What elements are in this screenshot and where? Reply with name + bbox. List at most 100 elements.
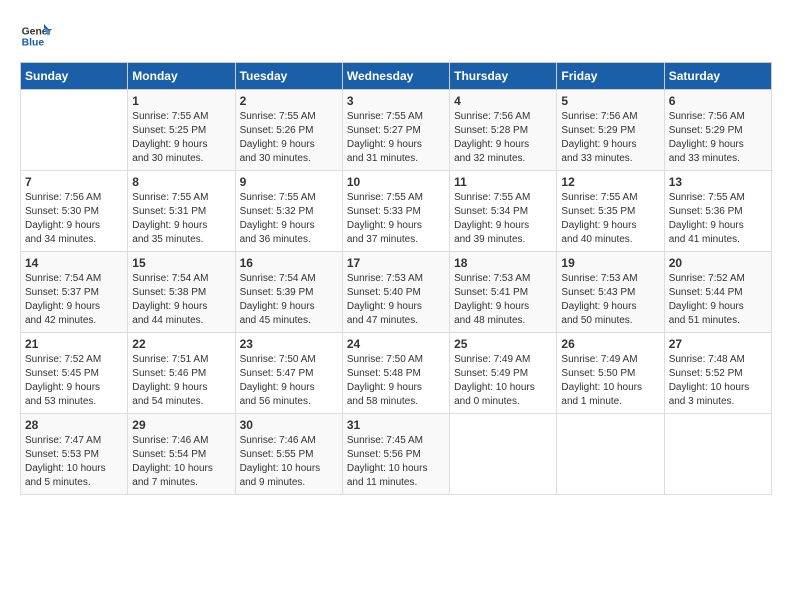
day-cell: 6 Sunrise: 7:56 AM Sunset: 5:29 PM Daylig… [664, 90, 771, 171]
weekday-header-row: SundayMondayTuesdayWednesdayThursdayFrid… [21, 63, 772, 90]
day-number: 14 [25, 256, 123, 270]
week-row-4: 21 Sunrise: 7:52 AM Sunset: 5:45 PM Dayli… [21, 333, 772, 414]
day-cell: 4Sunrise: 7:56 AM Sunset: 5:28 PM Daylig… [450, 90, 557, 171]
day-info: Sunrise: 7:56 AM Sunset: 5:29 PM Dayligh… [561, 110, 659, 166]
calendar-body: 1 Sunrise: 7:55 AM Sunset: 5:25 PM Daylig… [21, 90, 772, 495]
day-info: Sunrise: 7:54 AM Sunset: 5:39 PM Dayligh… [240, 272, 338, 328]
day-info: Sunrise: 7:55 AM Sunset: 5:25 PM Dayligh… [132, 110, 230, 166]
day-number: 27 [669, 337, 767, 351]
day-number: 5 [561, 94, 659, 108]
day-info: Sunrise: 7:47 AM Sunset: 5:53 PM Dayligh… [25, 434, 123, 490]
day-number: 7 [25, 175, 123, 189]
day-number: 23 [240, 337, 338, 351]
day-cell: 11 Sunrise: 7:55 AM Sunset: 5:34 PM Dayli… [450, 171, 557, 252]
day-number: 29 [132, 418, 230, 432]
day-cell [557, 414, 664, 495]
day-cell: 22Sunrise: 7:51 AM Sunset: 5:46 PM Dayli… [128, 333, 235, 414]
week-row-2: 7 Sunrise: 7:56 AM Sunset: 5:30 PM Daylig… [21, 171, 772, 252]
day-cell: 14Sunrise: 7:54 AM Sunset: 5:37 PM Dayli… [21, 252, 128, 333]
weekday-saturday: Saturday [664, 63, 771, 90]
day-number: 19 [561, 256, 659, 270]
day-cell: 16Sunrise: 7:54 AM Sunset: 5:39 PM Dayli… [235, 252, 342, 333]
day-info: Sunrise: 7:51 AM Sunset: 5:46 PM Dayligh… [132, 353, 230, 409]
day-number: 10 [347, 175, 445, 189]
week-row-3: 14Sunrise: 7:54 AM Sunset: 5:37 PM Dayli… [21, 252, 772, 333]
day-info: Sunrise: 7:55 AM Sunset: 5:34 PM Dayligh… [454, 191, 552, 247]
weekday-tuesday: Tuesday [235, 63, 342, 90]
day-info: Sunrise: 7:55 AM Sunset: 5:27 PM Dayligh… [347, 110, 445, 166]
weekday-wednesday: Wednesday [342, 63, 449, 90]
day-cell: 28Sunrise: 7:47 AM Sunset: 5:53 PM Dayli… [21, 414, 128, 495]
day-info: Sunrise: 7:53 AM Sunset: 5:41 PM Dayligh… [454, 272, 552, 328]
day-info: Sunrise: 7:55 AM Sunset: 5:32 PM Dayligh… [240, 191, 338, 247]
day-cell: 29Sunrise: 7:46 AM Sunset: 5:54 PM Dayli… [128, 414, 235, 495]
day-number: 9 [240, 175, 338, 189]
day-cell: 5 Sunrise: 7:56 AM Sunset: 5:29 PM Daylig… [557, 90, 664, 171]
day-cell: 9 Sunrise: 7:55 AM Sunset: 5:32 PM Daylig… [235, 171, 342, 252]
day-info: Sunrise: 7:55 AM Sunset: 5:35 PM Dayligh… [561, 191, 659, 247]
day-info: Sunrise: 7:55 AM Sunset: 5:31 PM Dayligh… [132, 191, 230, 247]
day-number: 31 [347, 418, 445, 432]
day-number: 12 [561, 175, 659, 189]
day-cell: 25 Sunrise: 7:49 AM Sunset: 5:49 PM Dayli… [450, 333, 557, 414]
day-cell: 26Sunrise: 7:49 AM Sunset: 5:50 PM Dayli… [557, 333, 664, 414]
day-cell: 31 Sunrise: 7:45 AM Sunset: 5:56 PM Dayli… [342, 414, 449, 495]
day-cell: 23 Sunrise: 7:50 AM Sunset: 5:47 PM Dayli… [235, 333, 342, 414]
day-info: Sunrise: 7:49 AM Sunset: 5:49 PM Dayligh… [454, 353, 552, 409]
day-cell [450, 414, 557, 495]
day-number: 21 [25, 337, 123, 351]
svg-text:Blue: Blue [22, 38, 45, 49]
day-number: 30 [240, 418, 338, 432]
day-info: Sunrise: 7:45 AM Sunset: 5:56 PM Dayligh… [347, 434, 445, 490]
day-cell: 8 Sunrise: 7:55 AM Sunset: 5:31 PM Daylig… [128, 171, 235, 252]
week-row-1: 1 Sunrise: 7:55 AM Sunset: 5:25 PM Daylig… [21, 90, 772, 171]
day-cell: 1 Sunrise: 7:55 AM Sunset: 5:25 PM Daylig… [128, 90, 235, 171]
day-number: 11 [454, 175, 552, 189]
day-cell: 15 Sunrise: 7:54 AM Sunset: 5:38 PM Dayli… [128, 252, 235, 333]
day-cell: 27 Sunrise: 7:48 AM Sunset: 5:52 PM Dayli… [664, 333, 771, 414]
day-cell: 13 Sunrise: 7:55 AM Sunset: 5:36 PM Dayli… [664, 171, 771, 252]
day-number: 6 [669, 94, 767, 108]
day-cell [21, 90, 128, 171]
day-cell: 18 Sunrise: 7:53 AM Sunset: 5:41 PM Dayli… [450, 252, 557, 333]
page-header: General Blue [20, 20, 772, 52]
day-info: Sunrise: 7:46 AM Sunset: 5:55 PM Dayligh… [240, 434, 338, 490]
day-cell: 17Sunrise: 7:53 AM Sunset: 5:40 PM Dayli… [342, 252, 449, 333]
day-info: Sunrise: 7:48 AM Sunset: 5:52 PM Dayligh… [669, 353, 767, 409]
day-info: Sunrise: 7:52 AM Sunset: 5:44 PM Dayligh… [669, 272, 767, 328]
day-info: Sunrise: 7:55 AM Sunset: 5:36 PM Dayligh… [669, 191, 767, 247]
weekday-sunday: Sunday [21, 63, 128, 90]
day-cell: 24 Sunrise: 7:50 AM Sunset: 5:48 PM Dayli… [342, 333, 449, 414]
day-info: Sunrise: 7:56 AM Sunset: 5:28 PM Dayligh… [454, 110, 552, 166]
day-info: Sunrise: 7:56 AM Sunset: 5:30 PM Dayligh… [25, 191, 123, 247]
logo: General Blue [20, 20, 52, 52]
day-cell: 3Sunrise: 7:55 AM Sunset: 5:27 PM Daylig… [342, 90, 449, 171]
day-number: 25 [454, 337, 552, 351]
logo-icon: General Blue [20, 20, 52, 52]
day-info: Sunrise: 7:52 AM Sunset: 5:45 PM Dayligh… [25, 353, 123, 409]
day-number: 18 [454, 256, 552, 270]
day-cell: 19 Sunrise: 7:53 AM Sunset: 5:43 PM Dayli… [557, 252, 664, 333]
day-number: 8 [132, 175, 230, 189]
day-info: Sunrise: 7:53 AM Sunset: 5:40 PM Dayligh… [347, 272, 445, 328]
day-cell: 7 Sunrise: 7:56 AM Sunset: 5:30 PM Daylig… [21, 171, 128, 252]
week-row-5: 28Sunrise: 7:47 AM Sunset: 5:53 PM Dayli… [21, 414, 772, 495]
weekday-thursday: Thursday [450, 63, 557, 90]
day-cell: 21 Sunrise: 7:52 AM Sunset: 5:45 PM Dayli… [21, 333, 128, 414]
day-number: 15 [132, 256, 230, 270]
day-info: Sunrise: 7:56 AM Sunset: 5:29 PM Dayligh… [669, 110, 767, 166]
day-number: 13 [669, 175, 767, 189]
day-number: 1 [132, 94, 230, 108]
day-info: Sunrise: 7:50 AM Sunset: 5:48 PM Dayligh… [347, 353, 445, 409]
day-info: Sunrise: 7:53 AM Sunset: 5:43 PM Dayligh… [561, 272, 659, 328]
day-info: Sunrise: 7:49 AM Sunset: 5:50 PM Dayligh… [561, 353, 659, 409]
day-cell: 20 Sunrise: 7:52 AM Sunset: 5:44 PM Dayli… [664, 252, 771, 333]
calendar-table: SundayMondayTuesdayWednesdayThursdayFrid… [20, 62, 772, 495]
day-number: 20 [669, 256, 767, 270]
day-number: 24 [347, 337, 445, 351]
day-info: Sunrise: 7:55 AM Sunset: 5:33 PM Dayligh… [347, 191, 445, 247]
day-info: Sunrise: 7:54 AM Sunset: 5:38 PM Dayligh… [132, 272, 230, 328]
day-cell: 30 Sunrise: 7:46 AM Sunset: 5:55 PM Dayli… [235, 414, 342, 495]
day-info: Sunrise: 7:50 AM Sunset: 5:47 PM Dayligh… [240, 353, 338, 409]
day-cell [664, 414, 771, 495]
